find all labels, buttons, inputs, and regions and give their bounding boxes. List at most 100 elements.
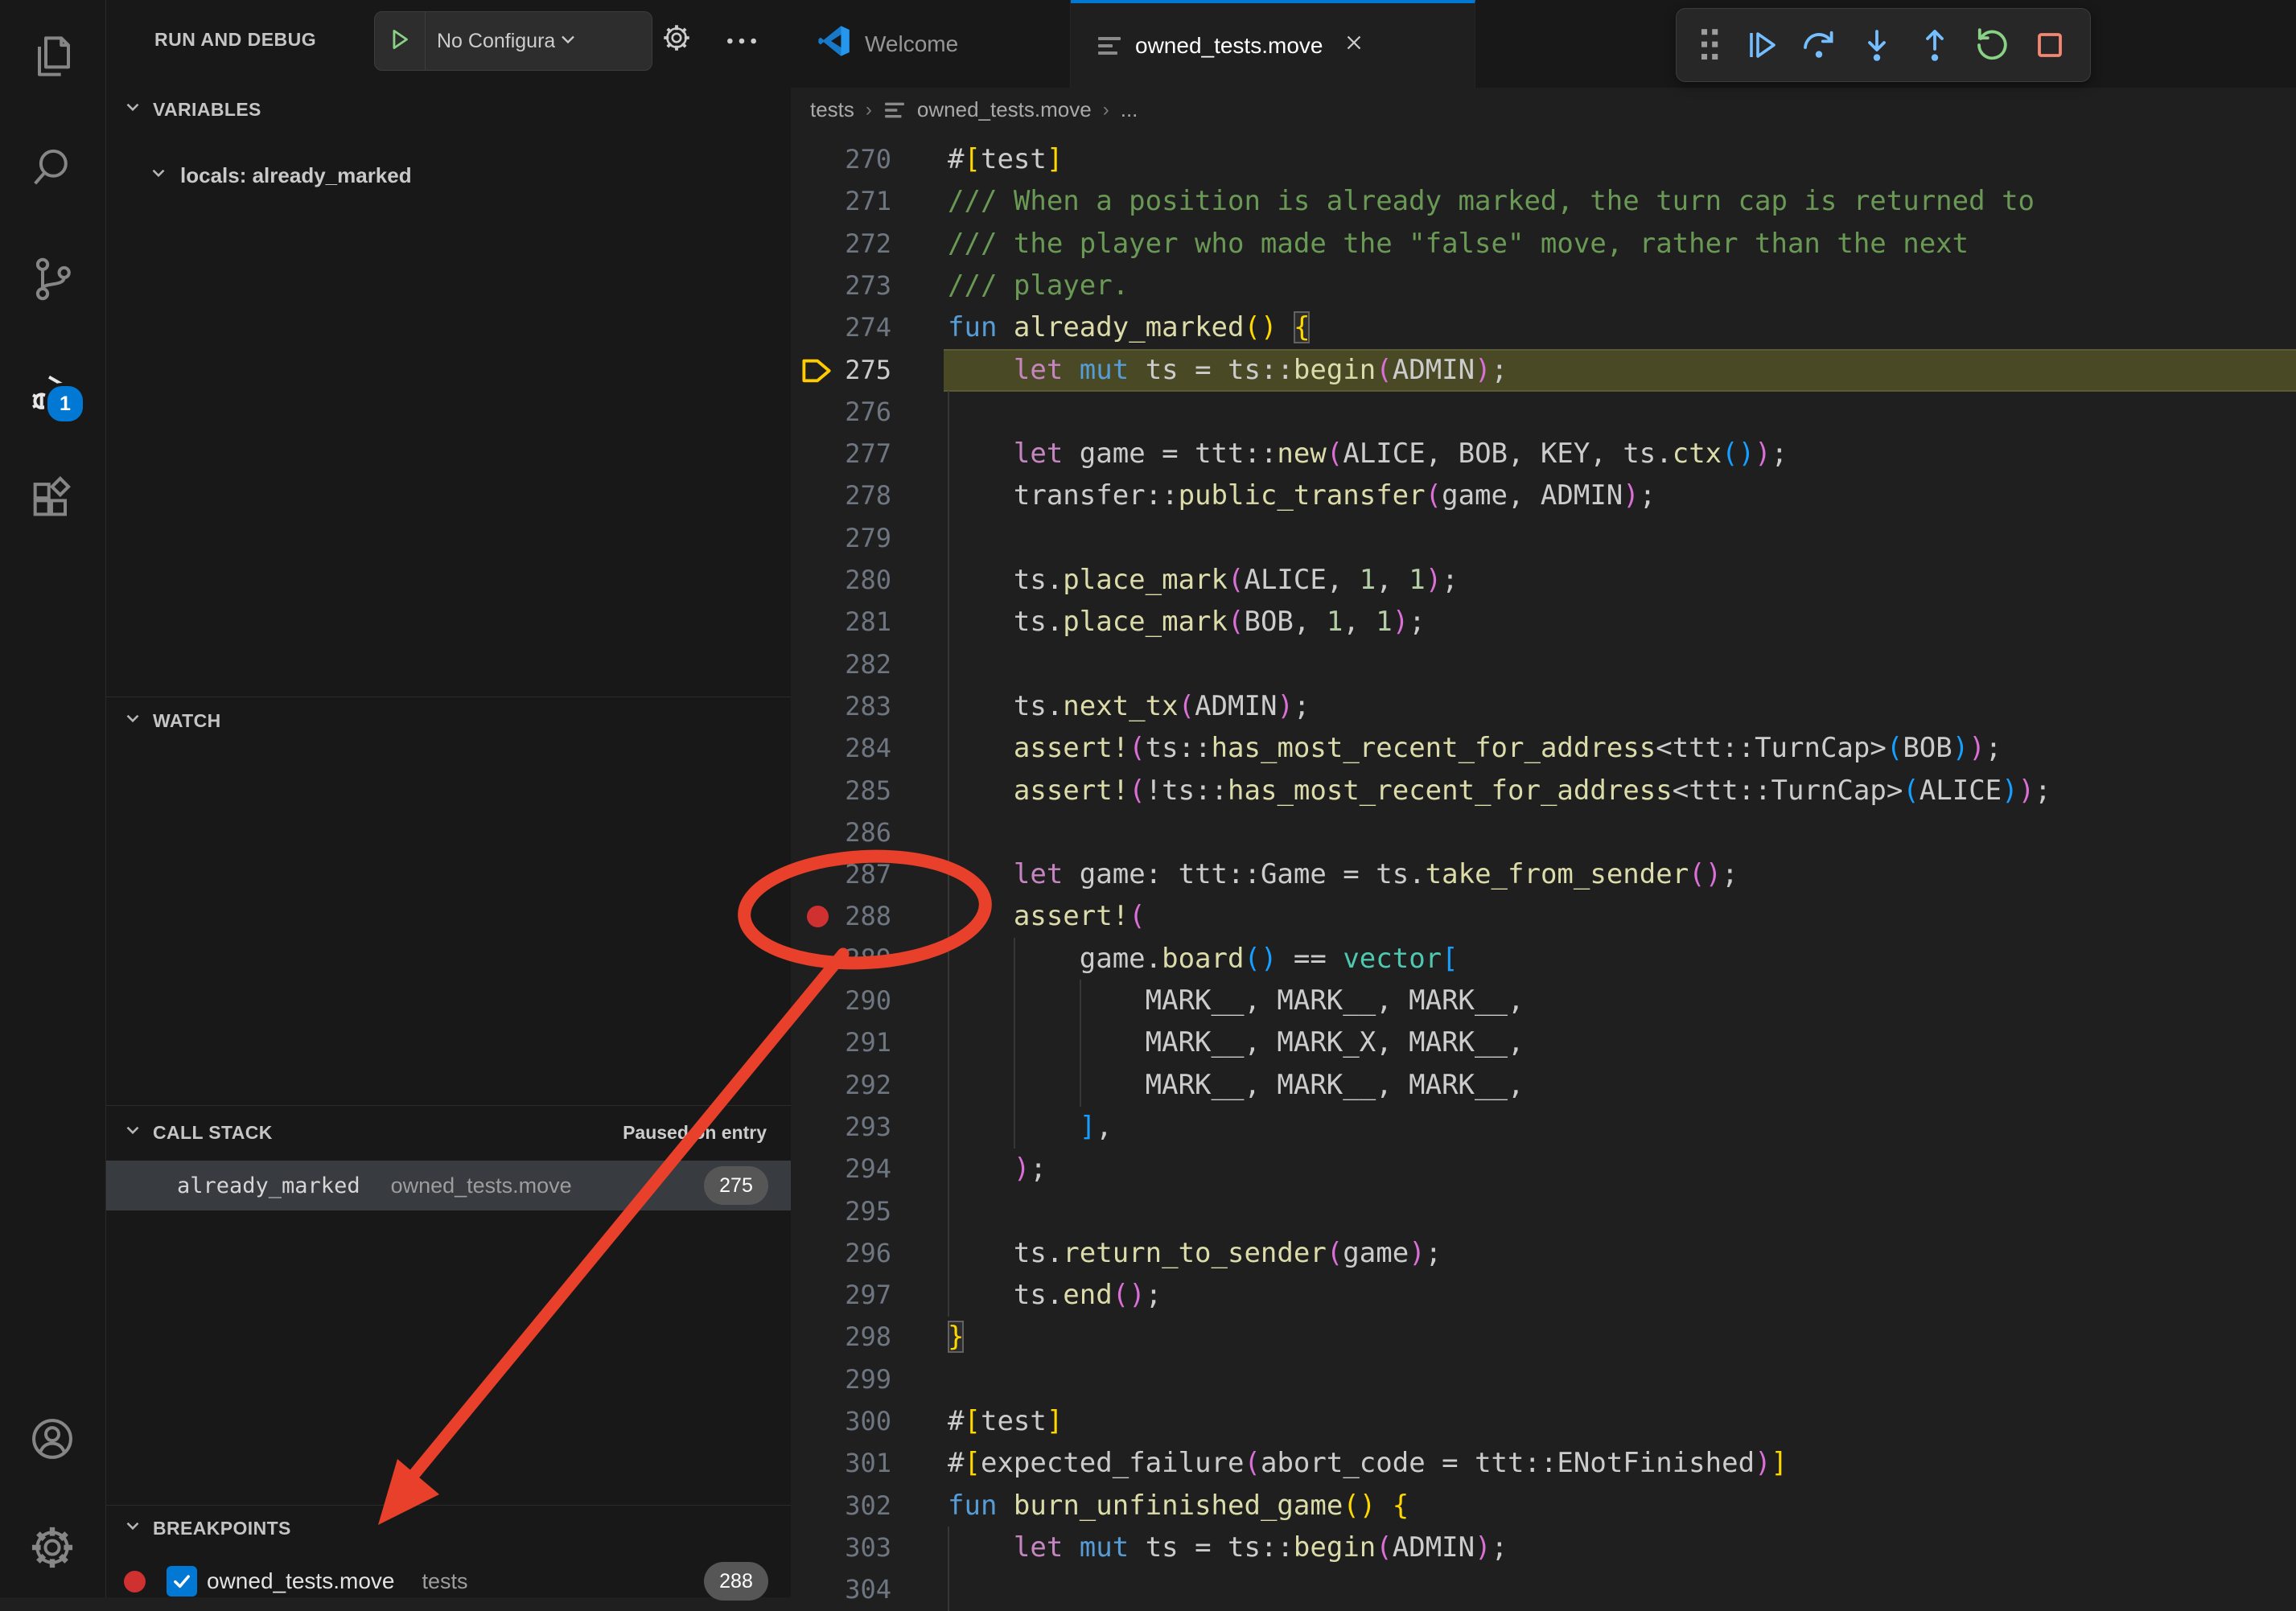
code-line-281[interactable]: 281 ts.place_mark(BOB, 1, 1); (791, 601, 2296, 643)
line-number[interactable]: 279 (823, 517, 891, 560)
line-number[interactable]: 296 (823, 1232, 891, 1275)
breakpoint-list-item[interactable]: owned_tests.move tests 288 (106, 1557, 791, 1605)
code-line-296[interactable]: 296 ts.return_to_sender(game); (791, 1232, 2296, 1275)
stop-button[interactable] (2027, 23, 2072, 68)
code-line-283[interactable]: 283 ts.next_tx(ADMIN); (791, 685, 2296, 728)
line-number[interactable]: 282 (823, 643, 891, 686)
code-line-277[interactable]: 277 let game = ttt::new(ALICE, BOB, KEY,… (791, 433, 2296, 475)
line-number[interactable]: 283 (823, 685, 891, 728)
line-number[interactable]: 294 (823, 1148, 891, 1190)
line-number[interactable]: 301 (823, 1442, 891, 1485)
activity-item-source-control[interactable] (27, 253, 78, 305)
activity-item-explorer[interactable] (27, 31, 78, 82)
line-number[interactable]: 272 (823, 223, 891, 265)
code-line-303[interactable]: 303 let mut ts = ts::begin(ADMIN); (791, 1527, 2296, 1569)
watch-section-header[interactable]: WATCH (122, 708, 221, 734)
code-line-297[interactable]: 297 ts.end(); (791, 1274, 2296, 1317)
line-number[interactable]: 274 (823, 306, 891, 349)
toolbar-drag-handle[interactable] (1694, 23, 1726, 68)
code-line-270[interactable]: 270#[test] (791, 138, 2296, 181)
code-line-285[interactable]: 285 assert!(!ts::has_most_recent_for_add… (791, 770, 2296, 812)
line-number[interactable]: 297 (823, 1274, 891, 1317)
code-line-299[interactable]: 299 (791, 1358, 2296, 1401)
code-line-298[interactable]: 298} (791, 1316, 2296, 1358)
line-number[interactable]: 286 (823, 812, 891, 854)
code-line-289[interactable]: 289 game.board() == vector[ (791, 938, 2296, 980)
line-number[interactable]: 298 (823, 1316, 891, 1358)
code-line-275[interactable]: 275 let mut ts = ts::begin(ADMIN); (791, 349, 2296, 392)
code-line-304[interactable]: 304 (791, 1568, 2296, 1611)
line-number[interactable]: 295 (823, 1190, 891, 1233)
line-number[interactable]: 302 (823, 1485, 891, 1527)
line-number[interactable]: 300 (823, 1400, 891, 1443)
code-line-279[interactable]: 279 (791, 517, 2296, 560)
code-line-291[interactable]: 291 MARK__, MARK_X, MARK__, (791, 1021, 2296, 1064)
breadcrumb-item-symbol[interactable]: ... (1121, 97, 1138, 122)
code-line-300[interactable]: 300#[test] (791, 1400, 2296, 1443)
code-line-293[interactable]: 293 ], (791, 1106, 2296, 1149)
activity-item-run-and-debug[interactable]: 1 (27, 367, 78, 418)
code-line-292[interactable]: 292 MARK__, MARK__, MARK__, (791, 1064, 2296, 1107)
code-line-294[interactable]: 294 ); (791, 1148, 2296, 1190)
step-out-button[interactable] (1912, 23, 1957, 68)
code-line-302[interactable]: 302fun burn_unfinished_game() { (791, 1485, 2296, 1527)
line-number[interactable]: 273 (823, 265, 891, 307)
line-number[interactable]: 287 (823, 853, 891, 896)
call-stack-section-header[interactable]: CALL STACK (122, 1120, 273, 1145)
breakpoint-checkbox[interactable] (167, 1566, 197, 1597)
code-line-272[interactable]: 272/// the player who made the "false" m… (791, 223, 2296, 265)
code-line-295[interactable]: 295 (791, 1190, 2296, 1233)
code-line-284[interactable]: 284 assert!(ts::has_most_recent_for_addr… (791, 727, 2296, 770)
variables-section-header[interactable]: VARIABLES (122, 97, 261, 122)
line-number[interactable]: 277 (823, 433, 891, 475)
code-line-276[interactable]: 276 (791, 391, 2296, 434)
line-number[interactable]: 299 (823, 1358, 891, 1401)
views-more-actions-icon[interactable] (724, 27, 759, 59)
line-number[interactable]: 278 (823, 475, 891, 517)
code-line-271[interactable]: 271/// When a position is already marked… (791, 180, 2296, 223)
call-stack-frame-row[interactable]: already_marked owned_tests.move 275 (106, 1161, 791, 1210)
code-line-273[interactable]: 273/// player. (791, 265, 2296, 307)
close-icon[interactable] (1342, 31, 1366, 60)
code-line-286[interactable]: 286 (791, 812, 2296, 854)
line-number[interactable]: 276 (823, 391, 891, 434)
code-line-274[interactable]: 274fun already_marked() { (791, 306, 2296, 349)
line-number[interactable]: 293 (823, 1106, 891, 1149)
line-number[interactable]: 280 (823, 559, 891, 602)
activity-item-extensions[interactable] (27, 476, 78, 528)
code-line-290[interactable]: 290 MARK__, MARK__, MARK__, (791, 980, 2296, 1022)
activity-item-search[interactable] (27, 143, 78, 195)
variables-scope-row[interactable]: locals: already_marked (148, 162, 412, 189)
line-number[interactable]: 284 (823, 727, 891, 770)
code-line-288[interactable]: 288 assert!( (791, 895, 2296, 938)
line-number[interactable]: 285 (823, 770, 891, 812)
restart-button[interactable] (1969, 23, 2014, 68)
line-number[interactable]: 292 (823, 1064, 891, 1107)
breakpoints-section-header[interactable]: BREAKPOINTS (122, 1515, 291, 1541)
line-number[interactable]: 275 (823, 349, 891, 392)
code-line-282[interactable]: 282 (791, 643, 2296, 686)
tab-welcome[interactable]: Welcome (791, 0, 1071, 88)
continue-button[interactable] (1739, 23, 1784, 68)
code-line-301[interactable]: 301#[expected_failure(abort_code = ttt::… (791, 1442, 2296, 1485)
code-line-278[interactable]: 278 transfer::public_transfer(game, ADMI… (791, 475, 2296, 517)
activity-item-accounts[interactable] (27, 1413, 78, 1465)
line-number[interactable]: 303 (823, 1527, 891, 1569)
code-line-280[interactable]: 280 ts.place_mark(ALICE, 1, 1); (791, 559, 2296, 602)
step-into-button[interactable] (1854, 23, 1899, 68)
line-number[interactable]: 304 (823, 1568, 891, 1611)
line-number[interactable]: 291 (823, 1021, 891, 1064)
line-number[interactable]: 288 (823, 895, 891, 938)
line-number[interactable]: 281 (823, 601, 891, 643)
line-number[interactable]: 290 (823, 980, 891, 1022)
line-number[interactable]: 289 (823, 938, 891, 980)
start-debug-button[interactable] (375, 12, 426, 70)
activity-item-settings[interactable] (27, 1522, 78, 1573)
debug-config-dropdown[interactable]: No Configura (374, 11, 652, 71)
step-over-button[interactable] (1796, 23, 1841, 68)
breadcrumb-item-file[interactable]: owned_tests.move (917, 97, 1092, 122)
code-line-287[interactable]: 287 let game: ttt::Game = ts.take_from_s… (791, 853, 2296, 896)
line-number[interactable]: 271 (823, 180, 891, 223)
line-number[interactable]: 270 (823, 138, 891, 181)
debug-settings-gear-icon[interactable] (660, 21, 693, 59)
